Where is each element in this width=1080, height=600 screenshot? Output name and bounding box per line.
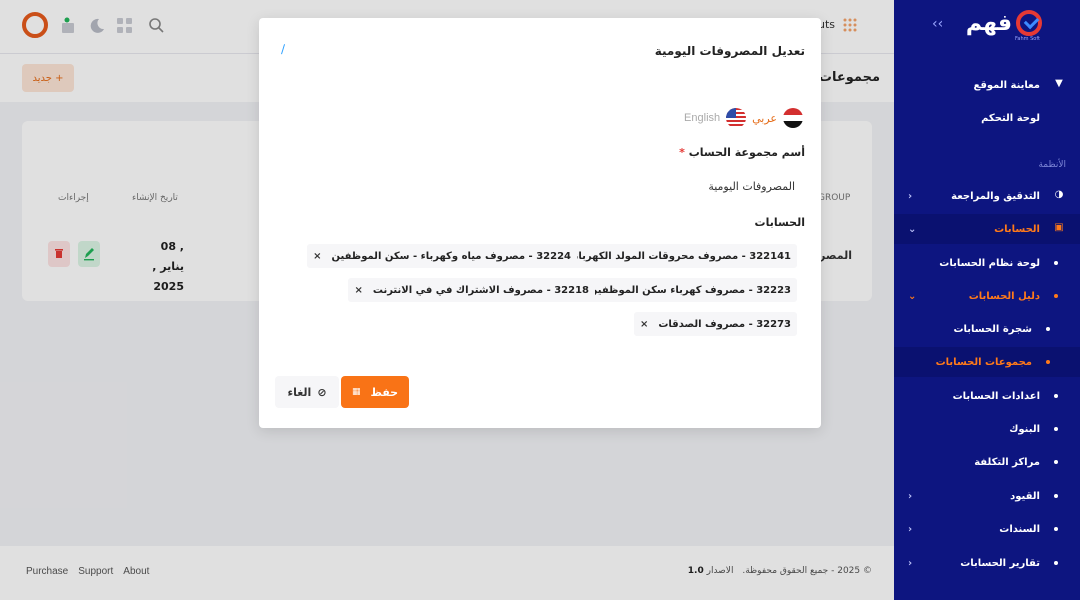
bullet-icon: [1054, 427, 1058, 431]
save-button-label: حفظ: [370, 385, 399, 399]
sidebar-item-label: تقارير الحسابات: [960, 557, 1040, 569]
bullet-icon: [1054, 527, 1058, 531]
cancel-button[interactable]: ⊘ الغاء: [275, 376, 339, 408]
sidebar-item-dashboard[interactable]: لوحة التحكم: [894, 103, 1080, 133]
account-tag: 322141 - مصروف محروقات المولد الكهرباني …: [540, 244, 797, 268]
bullet-icon: [1054, 261, 1058, 265]
sidebar-item-label: التدقيق والمراجعة: [951, 190, 1040, 202]
logo-text: فهم: [965, 10, 1012, 36]
account-tag: 32218 - مصروف الاشتراك في في الانترنت ×: [348, 278, 595, 302]
chevron-left-icon: ‹: [908, 557, 913, 569]
save-button[interactable]: حفظ ▦: [341, 376, 409, 408]
required-mark: *: [679, 146, 685, 159]
sidebar-item-label: شجرة الحسابات: [953, 323, 1032, 335]
account-tag: 32273 - مصروف الصدقات ×: [633, 312, 797, 336]
bullet-icon: [1046, 327, 1050, 331]
sidebar-item-label: مجموعات الحسابات: [935, 356, 1032, 368]
bullet-icon: [1054, 460, 1058, 464]
chevron-down-icon: ⌄: [908, 223, 917, 235]
account-tag: 32224 - مصروف مياه وكهرباء - سكن الموظفي…: [307, 244, 577, 268]
accounts-icon: ▣: [1054, 222, 1064, 233]
chevron-left-icon: ‹: [908, 490, 913, 502]
logo-mark-icon: [1016, 10, 1042, 36]
sidebar-item-vouchers[interactable]: السندات ‹: [894, 514, 1080, 544]
lang-arabic[interactable]: عربي: [752, 112, 777, 125]
sidebar-item-entries[interactable]: القيود ‹: [894, 481, 1080, 511]
sidebar-item-banks[interactable]: البنوك: [894, 414, 1080, 444]
sidebar-item-audit[interactable]: ◑ التدقيق والمراجعة ‹: [894, 181, 1080, 211]
sidebar-item-accounts[interactable]: ▣ الحسابات ⌄: [894, 214, 1080, 244]
group-name-label-text: أسم مجموعة الحساب: [688, 146, 805, 159]
edit-group-modal: تعديل المصروفات اليومية ∕ عربي English أ…: [259, 18, 821, 428]
sidebar-item-preview[interactable]: ▼ معاينة الموقع: [894, 70, 1080, 100]
pie-chart-icon: ◑: [1054, 189, 1064, 200]
account-tag-label: 32224 - مصروف مياه وكهرباء - سكن الموظفي…: [331, 250, 571, 262]
save-icon: ▦: [351, 387, 361, 397]
account-tag-label: 32223 - مصروف كهرباء سكن الموظفين: [588, 284, 791, 296]
chevron-left-icon: ‹: [908, 523, 913, 535]
group-name-label: أسم مجموعة الحساب *: [675, 146, 805, 159]
sidebar-item-account-reports[interactable]: تقارير الحسابات ‹: [894, 548, 1080, 578]
cancel-button-label: الغاء: [287, 385, 312, 399]
bullet-icon: [1046, 360, 1050, 364]
sidebar-item-label: البنوك: [1009, 423, 1040, 435]
modal-title: تعديل المصروفات اليومية: [654, 44, 805, 58]
bullet-icon: [1054, 394, 1058, 398]
sidebar-item-label: الحسابات: [994, 223, 1040, 235]
preview-icon: ▼: [1055, 78, 1063, 89]
lang-english[interactable]: English: [684, 112, 720, 124]
sidebar-item-account-settings[interactable]: اعدادات الحسابات: [894, 381, 1080, 411]
us-flag-icon[interactable]: [726, 108, 747, 128]
cancel-icon: ⊘: [317, 385, 327, 399]
group-name-value: المصروفات اليومية: [708, 179, 795, 193]
language-switcher: عربي English: [684, 108, 803, 128]
sidebar-item-label: لوحة التحكم: [981, 112, 1040, 124]
sidebar-collapse-icon[interactable]: ››: [932, 16, 943, 32]
sidebar-logo[interactable]: فهم: [966, 10, 1042, 36]
chevron-down-icon: ⌄: [908, 290, 917, 302]
sidebar-section-systems: الأنظمة: [1038, 160, 1066, 170]
account-tag-label: 32218 - مصروف الاشتراك في في الانترنت: [372, 284, 589, 296]
sidebar-item-account-groups[interactable]: مجموعات الحسابات: [894, 347, 1080, 377]
logo-subtitle: Fahm Soft: [1015, 36, 1040, 42]
sidebar-item-label: اعدادات الحسابات: [952, 390, 1040, 402]
account-tag-label: 322141 - مصروف محروقات المولد الكهرباني: [564, 250, 791, 262]
group-name-input[interactable]: المصروفات اليومية: [285, 174, 805, 198]
bullet-icon: [1054, 561, 1058, 565]
sidebar-item-label: لوحة نظام الحسابات: [939, 257, 1040, 269]
sidebar-item-accounts-tree[interactable]: شجرة الحسابات: [894, 314, 1080, 344]
sidebar-item-label: معاينة الموقع: [973, 79, 1040, 91]
bullet-icon: [1054, 494, 1058, 498]
sidebar-item-cost-centers[interactable]: مراكز التكلفة: [894, 447, 1080, 477]
account-tag-label: 32273 - مصروف الصدقات: [658, 318, 791, 330]
bullet-icon: [1054, 294, 1058, 298]
sidebar: فهم Fahm Soft ›› ▼ معاينة الموقع لوحة ال…: [894, 0, 1080, 600]
remove-tag-icon[interactable]: ×: [313, 251, 321, 262]
sidebar-item-chart-of-accounts[interactable]: دليل الحسابات ⌄: [894, 281, 1080, 311]
sidebar-item-label: القيود: [1010, 490, 1040, 502]
sidebar-item-label: مراكز التكلفة: [974, 456, 1040, 468]
account-tag: 32223 - مصروف كهرباء سكن الموظفين ×: [564, 278, 797, 302]
sidebar-item-label: السندات: [999, 523, 1040, 535]
close-icon[interactable]: ∕: [281, 42, 285, 56]
accounts-label: الحسابات: [754, 216, 805, 229]
sidebar-item-label: دليل الحسابات: [968, 290, 1040, 302]
chevron-left-icon: ‹: [908, 190, 913, 202]
sidebar-item-accounts-dashboard[interactable]: لوحة نظام الحسابات: [894, 248, 1080, 278]
egypt-flag-icon[interactable]: [783, 108, 803, 128]
remove-tag-icon[interactable]: ×: [354, 285, 362, 296]
remove-tag-icon[interactable]: ×: [640, 319, 648, 330]
